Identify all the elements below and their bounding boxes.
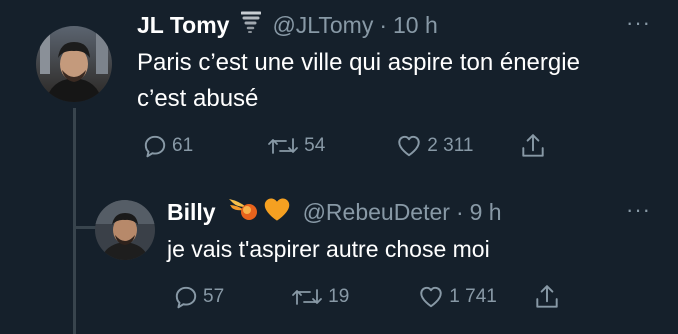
reply-handle[interactable]: @RebeuDeter	[303, 199, 450, 226]
display-name[interactable]: JL Tomy	[137, 12, 229, 39]
retweet-count: 54	[304, 135, 326, 156]
reply-header: Billy @RebeuDeter · 9 h	[167, 197, 502, 227]
reply-reply-count: 57	[203, 286, 225, 307]
like-button[interactable]: 2 311	[395, 133, 473, 159]
reply-more-options-icon[interactable]: ···	[626, 199, 651, 221]
share-button[interactable]	[520, 132, 546, 160]
reply-icon	[173, 284, 199, 310]
retweet-icon	[266, 133, 300, 159]
reply-icon	[142, 133, 168, 159]
orange-heart-icon	[263, 196, 291, 228]
reply-button[interactable]: 61	[142, 133, 193, 159]
reply-like-count: 1 741	[449, 286, 497, 307]
timestamp[interactable]: 10 h	[393, 12, 438, 39]
handle[interactable]: @JLTomy	[272, 12, 373, 39]
reply-like-button[interactable]: 1 741	[417, 284, 497, 310]
retweet-button[interactable]: 54	[266, 133, 325, 159]
reply-share-button[interactable]	[534, 283, 560, 311]
reply-reply-button[interactable]: 57	[173, 284, 224, 310]
separator: ·	[379, 11, 388, 38]
thread-line	[73, 108, 76, 334]
share-icon	[534, 283, 560, 311]
reply-count: 61	[172, 135, 194, 156]
reply-text: je vais t'aspirer autre chose moi	[167, 236, 490, 262]
tweet-text-line-1: Paris c’est une ville qui aspire ton éne…	[137, 49, 580, 76]
reply-retweet-count: 19	[328, 286, 350, 307]
reply-timestamp[interactable]: 9 h	[470, 199, 502, 226]
fireball-icon	[227, 195, 259, 229]
like-count: 2 311	[427, 135, 474, 156]
more-options-icon[interactable]: ···	[626, 12, 651, 34]
reply-avatar[interactable]	[95, 200, 155, 260]
share-icon	[520, 132, 546, 160]
reply-display-name[interactable]: Billy	[167, 199, 216, 226]
tweet-header: JL Tomy @JLTomy · 10 h	[137, 10, 438, 40]
reply-retweet-button[interactable]: 19	[290, 284, 349, 310]
tornado-icon	[240, 10, 262, 40]
heart-icon	[417, 284, 445, 310]
thread-branch	[73, 226, 97, 229]
tweet-text-line-2: c’est abusé	[137, 85, 259, 112]
heart-icon	[395, 133, 423, 159]
tweet-actions: 61 54 2 311	[142, 132, 546, 160]
retweet-icon	[290, 284, 324, 310]
avatar[interactable]	[36, 26, 112, 102]
reply-separator: ·	[455, 198, 464, 225]
reply-actions: 57 19 1 741	[173, 283, 560, 311]
